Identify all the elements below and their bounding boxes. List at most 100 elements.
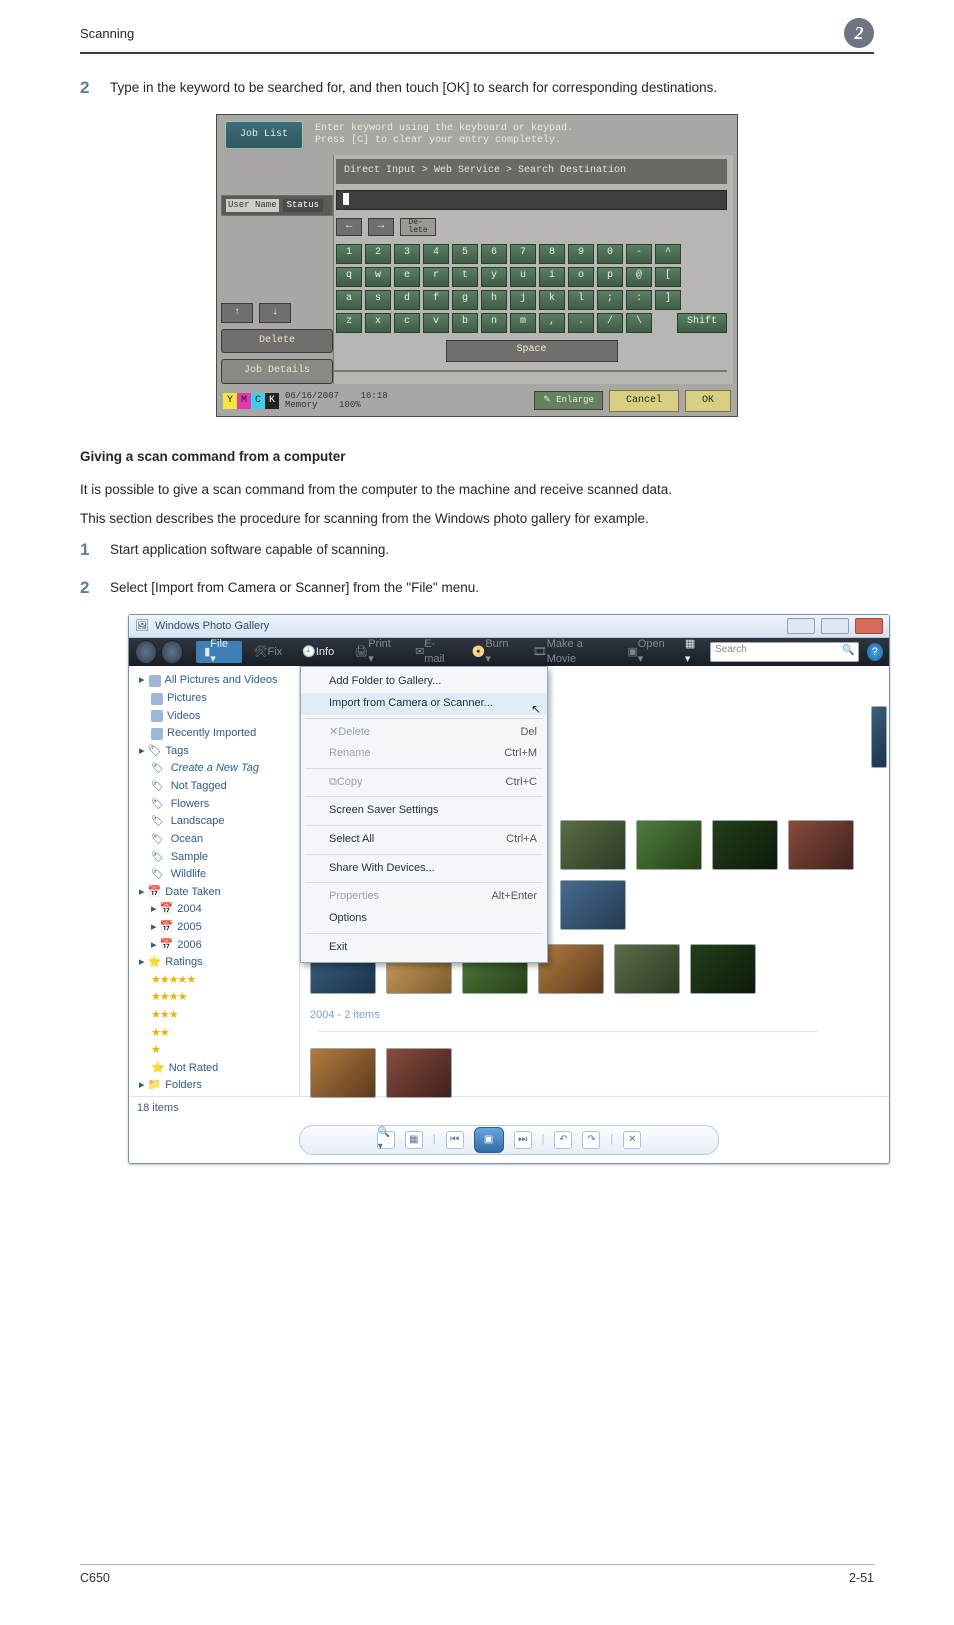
key[interactable]: ; (597, 290, 623, 310)
key[interactable]: , (539, 313, 565, 333)
next-button[interactable]: ⏭ (514, 1131, 532, 1149)
rotate-right-button[interactable]: ↷ (582, 1131, 600, 1149)
thumbnail[interactable] (614, 944, 680, 994)
key[interactable]: c (394, 313, 420, 333)
key[interactable]: w (365, 267, 391, 287)
sidebar-tabs[interactable]: User Name Status (221, 195, 333, 216)
key[interactable]: ^ (655, 244, 681, 264)
key[interactable]: z (336, 313, 362, 333)
key[interactable]: h (481, 290, 507, 310)
rotate-left-button[interactable]: ↶ (554, 1131, 572, 1149)
page-up-button[interactable]: ↑ (221, 303, 253, 323)
key[interactable]: 0 (597, 244, 623, 264)
email-button[interactable]: ✉ E-mail (407, 641, 460, 663)
key[interactable]: y (481, 267, 507, 287)
key[interactable]: @ (626, 267, 652, 287)
make-movie-button[interactable]: 🎞 Make a Movie (525, 641, 616, 663)
menu-item-add-folder[interactable]: Add Folder to Gallery... (301, 671, 547, 693)
nav-back-button[interactable]: ← (336, 218, 362, 236)
key[interactable]: t (452, 267, 478, 287)
key[interactable]: - (626, 244, 652, 264)
burn-button[interactable]: 📀 Burn ▾ (464, 641, 521, 663)
key[interactable]: b (452, 313, 478, 333)
key[interactable]: 4 (423, 244, 449, 264)
key[interactable]: 2 (365, 244, 391, 264)
key[interactable]: n (481, 313, 507, 333)
keyword-input[interactable] (336, 190, 727, 210)
file-menu-button[interactable]: ▮ File ▾ (196, 641, 241, 663)
key[interactable]: g (452, 290, 478, 310)
thumbnail[interactable] (560, 880, 626, 930)
menu-item-import[interactable]: Import from Camera or Scanner...↖ (301, 693, 547, 715)
nav-tree[interactable]: ▸ All Pictures and Videos Pictures Video… (129, 666, 300, 1096)
key[interactable]: / (597, 313, 623, 333)
thumbnail[interactable] (560, 820, 626, 870)
menu-item-options[interactable]: Options (301, 908, 547, 930)
key[interactable]: e (394, 267, 420, 287)
job-list-button[interactable]: Job List (225, 121, 303, 149)
space-key[interactable]: Space (446, 340, 618, 362)
menu-item-screensaver[interactable]: Screen Saver Settings (301, 800, 547, 822)
key[interactable]: p (597, 267, 623, 287)
thumbnail[interactable] (690, 944, 756, 994)
job-details-button[interactable]: Job Details (221, 359, 333, 383)
help-button[interactable]: ? (867, 643, 883, 661)
key[interactable]: [ (655, 267, 681, 287)
prev-button[interactable]: ⏮ (446, 1131, 464, 1149)
key[interactable]: o (568, 267, 594, 287)
key[interactable]: d (394, 290, 420, 310)
thumbnail[interactable] (712, 820, 778, 870)
nav-fwd-button[interactable]: → (368, 218, 394, 236)
key[interactable]: s (365, 290, 391, 310)
minimize-button[interactable] (787, 618, 815, 634)
ok-button[interactable]: OK (685, 390, 731, 412)
key[interactable]: i (539, 267, 565, 287)
key[interactable]: ] (655, 290, 681, 310)
info-button[interactable]: 🕘 Info (294, 641, 342, 663)
grid-button[interactable]: ▦ (405, 1131, 423, 1149)
key[interactable]: 7 (510, 244, 536, 264)
key[interactable]: q (336, 267, 362, 287)
search-input[interactable]: Search (710, 642, 859, 662)
thumbnail[interactable] (386, 1048, 452, 1098)
enlarge-button[interactable]: ✎ Enlarge (534, 391, 603, 410)
key[interactable]: u (510, 267, 536, 287)
key[interactable]: . (568, 313, 594, 333)
maximize-button[interactable] (821, 618, 849, 634)
key[interactable]: 6 (481, 244, 507, 264)
key[interactable]: 8 (539, 244, 565, 264)
page-down-button[interactable]: ↓ (259, 303, 291, 323)
play-button[interactable]: ▣ (474, 1127, 504, 1153)
key[interactable]: a (336, 290, 362, 310)
key[interactable]: \ (626, 313, 652, 333)
menu-item-select-all[interactable]: Select AllCtrl+A (301, 829, 547, 851)
key[interactable]: x (365, 313, 391, 333)
key[interactable]: : (626, 290, 652, 310)
nav-forward-button[interactable] (161, 640, 183, 664)
cancel-button[interactable]: Cancel (609, 390, 679, 412)
close-button[interactable] (855, 618, 883, 634)
key[interactable]: k (539, 290, 565, 310)
key[interactable]: v (423, 313, 449, 333)
nav-delete-button[interactable]: De- lete (400, 218, 436, 236)
thumbnail[interactable] (310, 1048, 376, 1098)
open-button[interactable]: ▣ Open ▾ (619, 641, 677, 663)
thumbnail[interactable] (636, 820, 702, 870)
thumbnail[interactable] (871, 706, 887, 768)
thumbnail[interactable] (788, 820, 854, 870)
delete-button[interactable]: ✕ (623, 1131, 641, 1149)
print-button[interactable]: 🖨 Print ▾ (346, 641, 403, 663)
key[interactable]: r (423, 267, 449, 287)
key[interactable]: l (568, 290, 594, 310)
shift-key[interactable]: Shift (677, 313, 727, 333)
key[interactable]: j (510, 290, 536, 310)
menu-item-share[interactable]: Share With Devices... (301, 858, 547, 880)
fix-button[interactable]: 🛠 Fix (246, 641, 291, 663)
key[interactable]: f (423, 290, 449, 310)
key[interactable]: m (510, 313, 536, 333)
key[interactable]: 3 (394, 244, 420, 264)
delete-button[interactable]: Delete (221, 329, 333, 353)
key[interactable]: 9 (568, 244, 594, 264)
nav-back-button[interactable] (135, 640, 157, 664)
menu-item-exit[interactable]: Exit (301, 937, 547, 959)
